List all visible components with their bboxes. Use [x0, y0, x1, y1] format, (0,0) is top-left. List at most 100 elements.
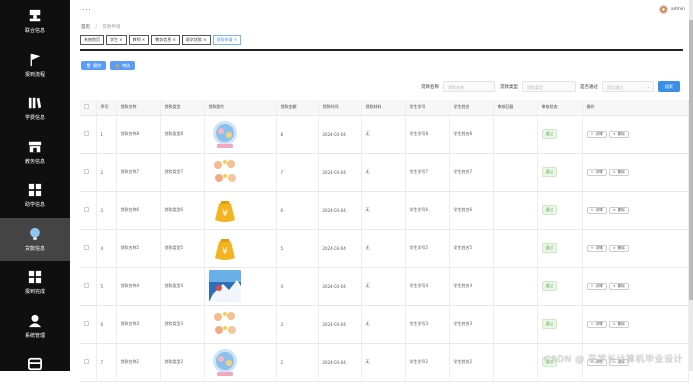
loan-name: 贷款名称8 [116, 115, 161, 154]
user-menu[interactable]: admin [658, 5, 685, 14]
menu-dots-icon[interactable]: ··· [82, 6, 92, 14]
sidebar-item-report-flow[interactable]: 报到流程 [0, 44, 70, 88]
sidebar-item-label: 助学信息 [24, 202, 45, 209]
status-badge: 通过 [541, 205, 558, 215]
search-audit-select[interactable]: 是否通过 ⌄ [602, 81, 654, 92]
loan-image[interactable] [209, 346, 241, 378]
loan-amount: 4 [276, 267, 319, 306]
search-button[interactable]: 搜索 [658, 81, 680, 92]
table-header-row: 序号 贷款名称 贷款类型 贷款图片 贷款金额 贷款时间 贷款材料 学生学号 学生姓名 审核回复 审核… [80, 100, 689, 116]
detail-button[interactable]: + 详情 [586, 244, 607, 252]
delete-button[interactable]: 🗑 删除 [81, 61, 107, 70]
tab-teacher[interactable]: 教师 × [128, 35, 150, 45]
loan-type: 贷款类型2 [160, 343, 205, 382]
loan-material: 无 [361, 191, 406, 230]
row-checkbox[interactable] [84, 245, 89, 250]
loan-image[interactable] [209, 118, 241, 150]
column-header: 贷款金额 [276, 100, 319, 116]
sidebar-item-report-done[interactable]: 报到完成 [0, 261, 70, 305]
row-checkbox[interactable] [84, 131, 89, 136]
row-checkbox-cell[interactable] [80, 115, 97, 154]
audit-button[interactable]: 🔒 审核 [110, 61, 136, 70]
row-checkbox-cell[interactable] [80, 267, 97, 306]
row-delete-button[interactable]: × 删除 [608, 130, 629, 138]
row-checkbox-cell[interactable] [80, 343, 97, 382]
search-name-input[interactable]: 贷款名称 [443, 81, 495, 92]
row-checkbox-cell[interactable] [80, 229, 97, 268]
close-icon: × [612, 322, 616, 326]
row-checkbox[interactable] [84, 321, 89, 326]
actions-cell: + 详情 × 删除 [582, 153, 689, 192]
student-name: 学生姓名8 [449, 115, 494, 154]
loan-amount: 8 [276, 115, 319, 154]
row-delete-button[interactable]: × 删除 [608, 244, 629, 252]
breadcrumb-home[interactable]: 首页 [81, 25, 90, 30]
detail-button[interactable]: + 详情 [586, 320, 607, 328]
table-row: 1 贷款名称8 贷款类型8 8 2024-03-04 无学生学号8 学生姓名8 通过 + 详情 × 删… [80, 115, 689, 154]
row-checkbox-cell[interactable] [80, 153, 97, 192]
tab-home[interactable]: 系统首页 [80, 35, 104, 45]
row-delete-button[interactable]: × 删除 [608, 282, 629, 290]
loan-time: 2024-03-04 [318, 305, 362, 344]
sidebar-item-academic[interactable]: 教务信息 [0, 131, 70, 175]
select-all-checkbox[interactable] [84, 104, 89, 110]
search-type-input[interactable]: 贷款类型 [522, 81, 576, 92]
loan-image[interactable] [209, 156, 241, 188]
loan-image[interactable] [208, 270, 241, 302]
audit-reply [493, 115, 538, 154]
tab-academic[interactable]: 教务信息 × [151, 35, 180, 45]
detail-button[interactable]: + 详情 [586, 130, 607, 138]
status-badge: 通过 [541, 281, 558, 291]
loan-name: 贷款名称7 [116, 153, 161, 192]
row-checkbox[interactable] [84, 207, 89, 212]
sidebar-item-profile[interactable]: 我的信息 [0, 348, 70, 392]
row-delete-button[interactable]: × 删除 [608, 168, 629, 176]
row-number: 7 [96, 343, 117, 382]
loan-image[interactable] [209, 308, 241, 340]
loan-image[interactable]: ¥ [209, 232, 241, 264]
sidebar-item-system[interactable]: 系统管理 [0, 305, 70, 349]
actions-cell: + 详情 × 删除 [582, 305, 689, 344]
detail-button[interactable]: + 详情 [586, 168, 607, 176]
loan-type: 贷款类型7 [160, 153, 205, 192]
tab-loan-apply[interactable]: 贷款申请 × [212, 35, 242, 45]
audit-reply [493, 343, 538, 382]
tab-student[interactable]: 学生 × [106, 35, 127, 45]
select-all-checkbox-cell[interactable] [80, 100, 97, 116]
row-checkbox-cell[interactable] [80, 191, 97, 230]
loan-name: 贷款名称6 [116, 191, 161, 230]
sidebar-item-tuition[interactable]: 学费信息 [0, 87, 70, 131]
student-id: 学生学号7 [405, 153, 450, 192]
row-checkbox[interactable] [84, 283, 89, 288]
loan-time: 2024-03-04 [318, 191, 362, 230]
loan-material: 无 [361, 305, 406, 344]
user-icon [28, 314, 42, 327]
actions-cell: + 详情 × 删除 [582, 115, 689, 154]
sidebar-item-aid[interactable]: 助学信息 [0, 174, 70, 218]
detail-button[interactable]: + 详情 [586, 282, 607, 290]
sidebar-item-union[interactable]: 联合信息 [0, 0, 70, 44]
loan-image-cell [204, 115, 277, 154]
actions-cell: + 详情 × 删除 [582, 267, 689, 306]
username: admin [670, 7, 685, 12]
loan-amount: 5 [276, 229, 319, 268]
row-delete-button[interactable]: × 删除 [608, 320, 629, 328]
row-number: 5 [96, 267, 117, 306]
scrollbar-thumb[interactable] [689, 20, 693, 300]
avatar [658, 5, 668, 14]
row-checkbox-cell[interactable] [80, 305, 97, 344]
row-number: 2 [96, 153, 117, 192]
sidebar-item-loan[interactable]: 贷款信息 [0, 217, 70, 261]
loan-image[interactable]: ¥ [209, 194, 241, 226]
row-delete-button[interactable]: × 删除 [608, 206, 629, 214]
column-header: 学生学号 [405, 100, 450, 116]
student-id: 学生学号8 [405, 115, 450, 154]
row-checkbox[interactable] [84, 169, 89, 174]
toolbar: 🗑 删除 🔒 审核 [81, 61, 136, 70]
audit-reply [493, 153, 538, 192]
tab-aid-loan[interactable]: 助学贷款 × [181, 35, 211, 45]
status-badge: 通过 [541, 319, 558, 329]
row-checkbox[interactable] [84, 359, 89, 364]
scrollbar[interactable] [689, 0, 693, 371]
detail-button[interactable]: + 详情 [586, 206, 607, 214]
